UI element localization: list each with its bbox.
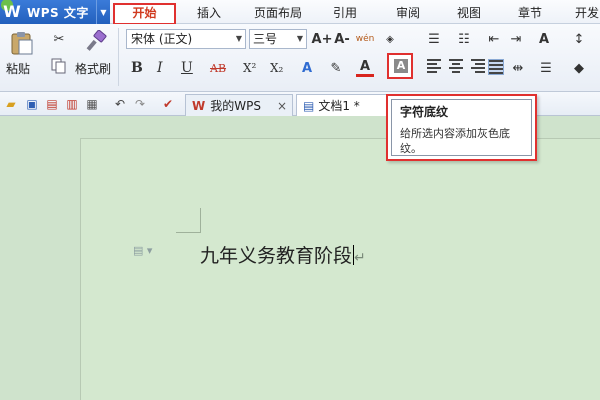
ribbon: 粘贴 ✂ 格式刷 宋体 (正文) ▼ 三号 ▼ A+ A- wén ◈ ☰ ☷ …: [0, 24, 600, 92]
decrease-indent-icon[interactable]: ⇤: [485, 30, 503, 48]
character-shading-icon: A: [394, 59, 408, 73]
text-direction-icon[interactable]: A: [535, 30, 553, 48]
ribbon-divider: [118, 28, 119, 86]
tab-insert[interactable]: 插入: [197, 4, 221, 21]
pinyin-guide-icon[interactable]: wén: [356, 30, 375, 48]
numbered-list-icon[interactable]: ☷: [455, 30, 473, 48]
tab-view[interactable]: 视图: [457, 4, 481, 21]
subscript-button[interactable]: X₂: [270, 58, 283, 78]
margin-corner-mark: [176, 232, 201, 233]
clipboard-icon: [11, 32, 33, 55]
tab-chapter[interactable]: 章节: [518, 4, 542, 21]
tab-my-wps[interactable]: W 我的WPS ×: [185, 94, 293, 116]
highlight-icon[interactable]: ✎: [327, 59, 345, 77]
print-icon[interactable]: ▦: [84, 96, 100, 112]
increase-indent-icon[interactable]: ⇥: [507, 30, 525, 48]
format-painter-icon[interactable]: [84, 30, 110, 54]
tab-page-layout[interactable]: 页面布局: [254, 4, 302, 21]
copy-icon[interactable]: [50, 57, 68, 75]
character-shading-button[interactable]: A: [387, 53, 413, 79]
superscript-button[interactable]: X²: [243, 58, 256, 78]
paste-label[interactable]: 粘贴: [6, 60, 30, 77]
distributed-align-icon[interactable]: ⇹: [509, 59, 527, 77]
tooltip-body: 给所选内容添加灰色底纹。: [400, 127, 510, 155]
undo-icon[interactable]: ↶: [112, 96, 128, 112]
open-folder-icon[interactable]: ▰: [3, 96, 19, 112]
margin-corner-mark: [200, 208, 201, 232]
save-icon[interactable]: ▣: [24, 96, 40, 112]
sort-icon[interactable]: ↕: [570, 30, 588, 48]
chevron-down-icon[interactable]: ▼: [233, 30, 245, 48]
bullet-list-icon[interactable]: ☰: [425, 30, 443, 48]
font-size-select[interactable]: 三号 ▼: [249, 29, 307, 49]
app-menu-button[interactable]: W WPS 文字 ▼: [0, 0, 110, 24]
tab-review[interactable]: 审阅: [396, 4, 420, 21]
grow-font-icon[interactable]: A+: [312, 30, 333, 48]
document-icon: ▤: [303, 98, 315, 113]
close-icon[interactable]: ×: [277, 99, 287, 113]
document-page[interactable]: [80, 138, 600, 400]
tooltip: 字符底纹 给所选内容添加灰色底纹。: [386, 94, 537, 161]
app-title: WPS 文字: [27, 5, 89, 20]
cut-icon[interactable]: ✂: [50, 30, 68, 48]
line-spacing-icon[interactable]: ☰: [537, 59, 555, 77]
wps-logo-icon: W: [1, 0, 21, 21]
paste-button[interactable]: [8, 30, 36, 56]
format-painter-label[interactable]: 格式刷: [75, 60, 111, 77]
tab-home[interactable]: 开始: [113, 3, 176, 25]
print-preview-icon[interactable]: ▥: [64, 96, 80, 112]
document-text[interactable]: 九年义务教育阶段 ↵: [200, 241, 366, 268]
chevron-down-icon[interactable]: ▼: [294, 30, 306, 48]
font-name-select[interactable]: 宋体 (正文) ▼: [126, 29, 246, 49]
clear-format-icon[interactable]: ◈: [381, 30, 399, 48]
bold-button[interactable]: B: [131, 58, 143, 78]
menu-bar: W WPS 文字 ▼ 开始 插入 页面布局 引用 审阅 视图 章节 开发: [0, 0, 600, 25]
app-menu-arrow-icon[interactable]: ▼: [96, 0, 110, 24]
tab-document1[interactable]: ▤ 文档1 *: [296, 94, 388, 116]
paragraph-mark-icon: ↵: [354, 250, 366, 266]
font-color-icon[interactable]: A: [356, 59, 374, 77]
tab-developer[interactable]: 开发: [575, 4, 599, 21]
tooltip-title: 字符底纹: [400, 105, 449, 119]
align-right-icon[interactable]: [471, 59, 487, 75]
paragraph-shading-icon[interactable]: ◆: [570, 59, 588, 77]
export-pdf-icon[interactable]: ▤: [44, 96, 60, 112]
shrink-font-icon[interactable]: A-: [333, 30, 351, 48]
underline-button[interactable]: U: [181, 58, 193, 78]
paragraph-handle-icon[interactable]: ▤ ▾: [133, 244, 155, 258]
italic-button[interactable]: I: [157, 58, 163, 78]
redo-icon[interactable]: ↷: [132, 96, 148, 112]
strikethrough-button[interactable]: AB: [210, 58, 226, 78]
wps-tab-icon: W: [192, 98, 206, 113]
text-effect-icon[interactable]: A: [298, 59, 316, 77]
customize-toolbar-icon[interactable]: ✔: [160, 96, 176, 112]
align-justify-icon[interactable]: [488, 59, 504, 75]
align-left-icon[interactable]: [427, 59, 443, 75]
align-center-icon[interactable]: [449, 59, 465, 75]
tab-references[interactable]: 引用: [333, 4, 357, 21]
